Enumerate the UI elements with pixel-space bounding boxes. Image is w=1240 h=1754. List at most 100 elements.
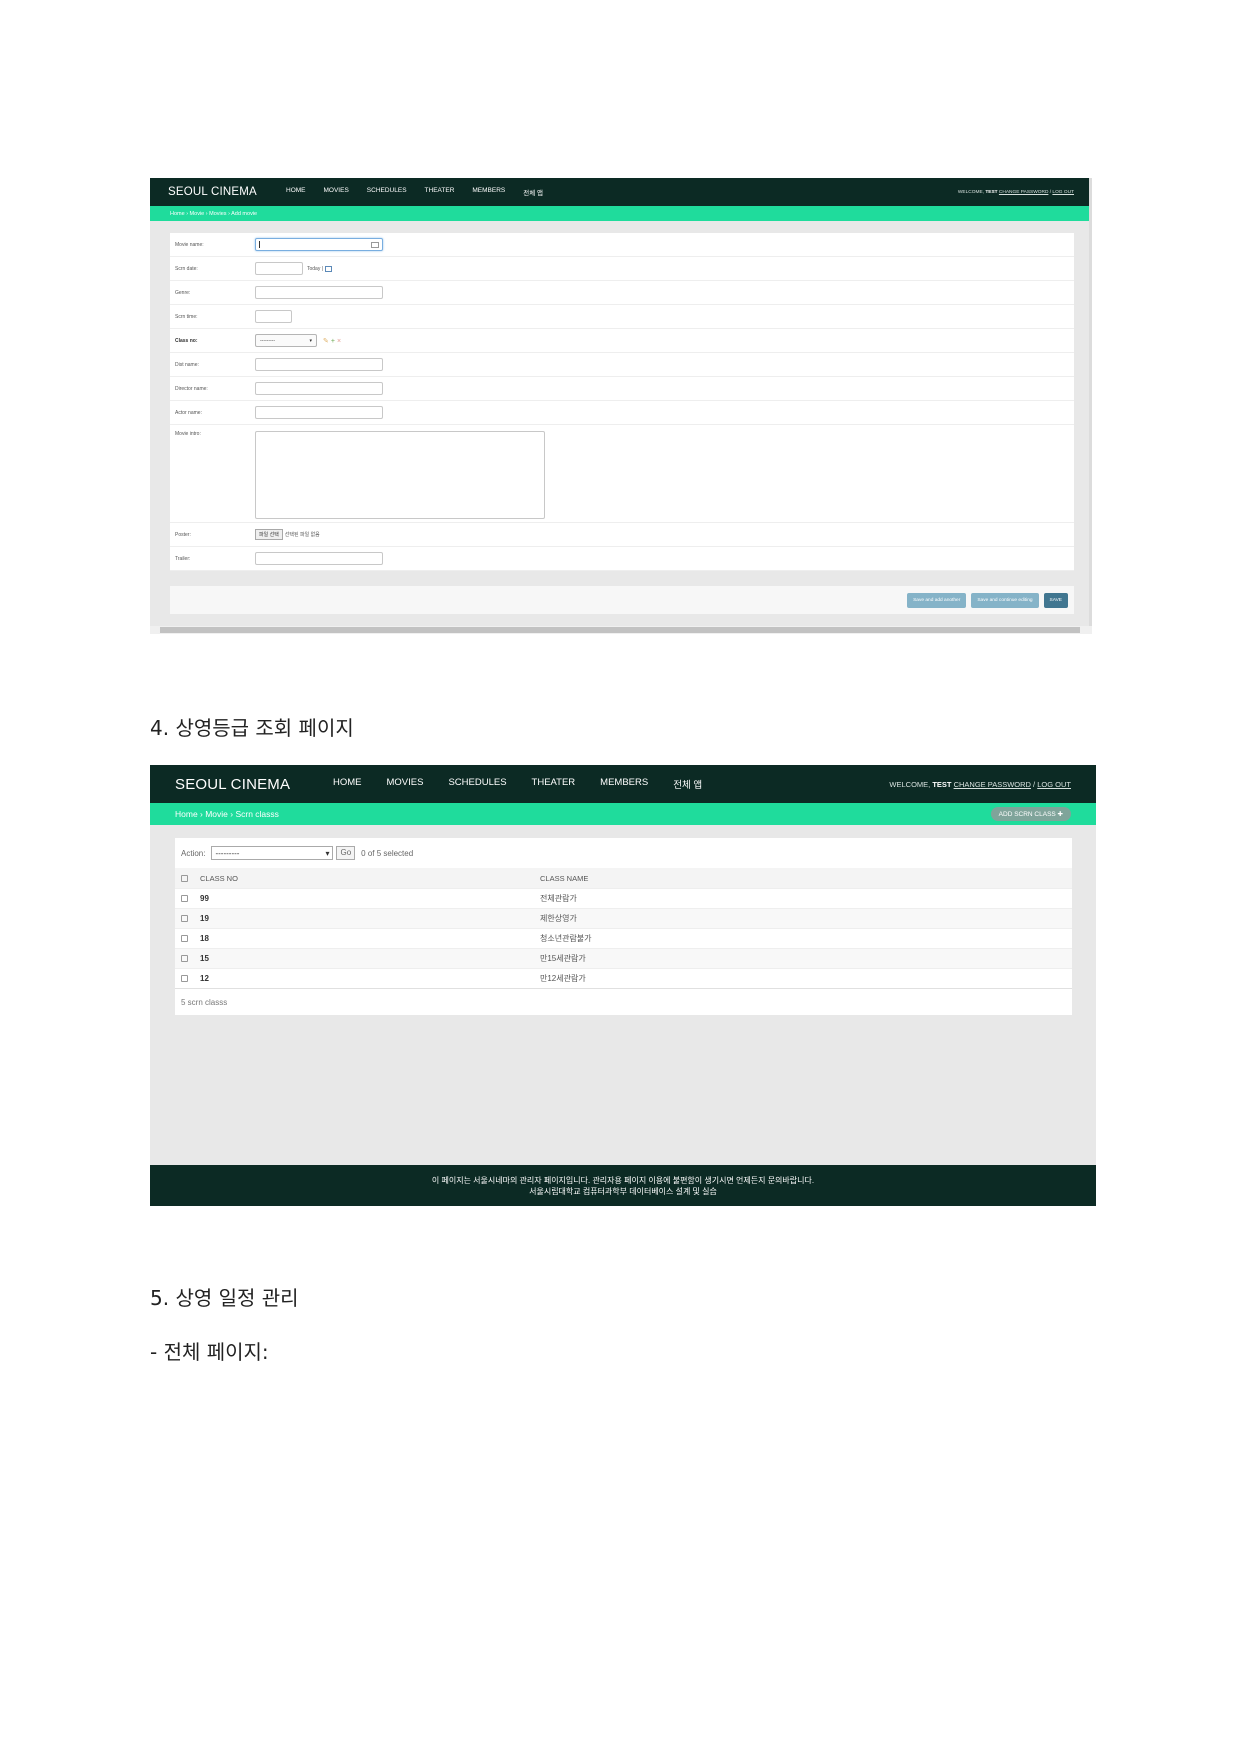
nav-schedules[interactable]: SCHEDULES — [448, 777, 506, 791]
save-button[interactable]: SAVE — [1043, 592, 1068, 608]
selection-counter: 0 of 5 selected — [361, 848, 414, 858]
change-password-link[interactable]: CHANGE PASSWORD — [954, 780, 1031, 789]
table-row: 99 전체관람가 — [175, 888, 1072, 908]
welcome-text: WELCOME, — [889, 779, 933, 789]
dist-name-input[interactable] — [255, 358, 383, 371]
vertical-scrollbar[interactable] — [1089, 178, 1092, 626]
column-class-name[interactable]: CLASS NAME — [540, 874, 588, 883]
select-all-checkbox[interactable] — [181, 874, 188, 882]
section-heading-5: 5. 상영 일정 관리 — [150, 1286, 299, 1310]
movie-intro-textarea[interactable] — [255, 431, 545, 519]
related-widget-icons: ✎+× — [323, 337, 343, 345]
row-checkbox[interactable] — [181, 935, 188, 942]
actor-name-input[interactable] — [255, 406, 383, 419]
table-row: 18 청소년관람불가 — [175, 928, 1072, 948]
dist-name-label: Dist name: — [175, 361, 199, 368]
trailer-input[interactable] — [255, 552, 383, 565]
row-checkbox[interactable] — [181, 955, 188, 962]
scrn-time-input[interactable] — [255, 310, 292, 323]
nav-members[interactable]: MEMBERS — [472, 187, 505, 197]
class-no-link[interactable]: 15 — [188, 954, 540, 963]
go-button[interactable]: Go — [336, 846, 356, 860]
nav-all-apps[interactable]: 전체 앱 — [523, 187, 543, 197]
scrn-date-input[interactable] — [255, 262, 303, 275]
class-name-cell: 만15세관람가 — [540, 954, 586, 963]
nav-members[interactable]: MEMBERS — [600, 777, 648, 791]
top-navbar: SEOUL CINEMA HOME MOVIES SCHEDULES THEAT… — [150, 178, 1092, 206]
action-select[interactable]: --------- ▾ — [211, 846, 334, 860]
class-no-link[interactable]: 19 — [188, 914, 540, 923]
director-name-label: Director name: — [175, 385, 208, 392]
class-no-link[interactable]: 99 — [188, 894, 540, 903]
field-row-movie-name: Movie name: — [170, 233, 1074, 257]
nav-all-apps[interactable]: 전체 앱 — [673, 777, 702, 791]
edit-icon[interactable]: ✎ — [323, 338, 331, 345]
movie-name-input[interactable] — [255, 238, 383, 251]
brand-logo[interactable]: SEOUL CINEMA — [175, 776, 333, 793]
class-name-cell: 전체관람가 — [540, 894, 577, 903]
nav-movies[interactable]: MOVIES — [324, 187, 349, 197]
table-row: 12 만12세관람가 — [175, 968, 1072, 988]
dropdown-arrow-icon: ▾ — [325, 848, 330, 858]
nav-movies[interactable]: MOVIES — [387, 777, 424, 791]
column-class-no[interactable]: CLASS NO — [188, 874, 540, 883]
actor-name-label: Actor name: — [175, 409, 202, 416]
file-select-button[interactable]: 파일 선택 — [255, 529, 283, 540]
add-scrn-class-button[interactable]: ADD SCRN CLASS ✚ — [990, 807, 1071, 821]
field-row-class-no: Class no: --------- ▾ ✎+× — [170, 329, 1074, 353]
field-row-scrn-date: Scrn date: Today | — [170, 257, 1074, 281]
brand-logo[interactable]: SEOUL CINEMA — [168, 186, 286, 198]
nav-schedules[interactable]: SCHEDULES — [367, 187, 407, 197]
today-link[interactable]: Today | — [307, 266, 323, 272]
class-no-select[interactable]: --------- ▾ — [255, 334, 317, 347]
page-footer: 이 페이지는 서울시네마의 관리자 페이지입니다. 관리자용 페이지 이용에 불… — [150, 1165, 1096, 1206]
field-row-genre: Genre: — [170, 281, 1074, 305]
footer-credit: 서울시립대학교 컴퓨터과학부 데이터베이스 설계 및 실습 — [529, 1187, 717, 1196]
logout-link[interactable]: LOG OUT — [1052, 190, 1074, 195]
bullet-text: - 전체 페이지: — [150, 1340, 269, 1364]
nav-theater[interactable]: THEATER — [532, 777, 576, 791]
action-label: Action: — [181, 848, 206, 858]
class-name-cell: 제한상영가 — [540, 914, 577, 923]
class-no-link[interactable]: 12 — [188, 974, 540, 983]
row-checkbox[interactable] — [181, 915, 188, 922]
result-count: 5 scrn classs — [175, 988, 1072, 1015]
class-no-selected: --------- — [260, 337, 275, 344]
main-nav: HOME MOVIES SCHEDULES THEATER MEMBERS 전체… — [333, 777, 727, 791]
save-continue-button[interactable]: Save and continue editing — [971, 592, 1039, 608]
change-password-link[interactable]: CHANGE PASSWORD — [999, 190, 1048, 195]
scrollbar-thumb[interactable] — [160, 627, 1080, 633]
genre-input[interactable] — [255, 286, 383, 299]
nav-theater[interactable]: THEATER — [425, 187, 455, 197]
main-nav: HOME MOVIES SCHEDULES THEATER MEMBERS 전체… — [286, 187, 561, 197]
genre-label: Genre: — [175, 289, 191, 296]
dropdown-arrow-icon: ▾ — [309, 337, 312, 344]
class-name-cell: 만12세관람가 — [540, 974, 586, 983]
username: TEST — [985, 189, 998, 195]
class-name-cell: 청소년관람불가 — [540, 934, 592, 943]
nav-home[interactable]: HOME — [333, 777, 362, 791]
logout-link[interactable]: LOG OUT — [1037, 780, 1071, 789]
breadcrumb: Home › Movie › Movies › Add movie — [150, 206, 1092, 221]
breadcrumb-text[interactable]: Home › Movie › Movies › Add movie — [170, 211, 257, 217]
save-add-another-button[interactable]: Save and add another — [907, 592, 967, 608]
delete-icon[interactable]: × — [337, 338, 343, 345]
row-checkbox[interactable] — [181, 975, 188, 982]
nav-home[interactable]: HOME — [286, 187, 306, 197]
class-no-link[interactable]: 18 — [188, 934, 540, 943]
calendar-icon[interactable] — [325, 265, 333, 272]
add-movie-form: Movie name: Scrn date: Today | Genre: Sc… — [170, 233, 1074, 571]
breadcrumb: Home › Movie › Scrn classs ADD SCRN CLAS… — [150, 803, 1096, 825]
class-no-label: Class no: — [175, 337, 198, 344]
director-name-input[interactable] — [255, 382, 383, 395]
results-table: CLASS NO CLASS NAME 99 전체관람가 19 제한상영가 18 — [175, 868, 1072, 988]
field-row-movie-intro: Movie intro: — [170, 425, 1074, 523]
welcome-text: WELCOME, — [957, 189, 986, 195]
table-body: 99 전체관람가 19 제한상영가 18 청소년관람불가 15 만15세관람가 — [175, 888, 1072, 988]
field-row-trailer: Trailer: — [170, 547, 1074, 571]
changelist: Action: --------- ▾ Go 0 of 5 selected CL… — [175, 838, 1072, 1015]
horizontal-scrollbar[interactable] — [150, 626, 1092, 634]
submit-row: Save and add another Save and continue e… — [170, 586, 1074, 614]
breadcrumb-text[interactable]: Home › Movie › Scrn classs — [175, 809, 279, 819]
row-checkbox[interactable] — [181, 895, 188, 902]
